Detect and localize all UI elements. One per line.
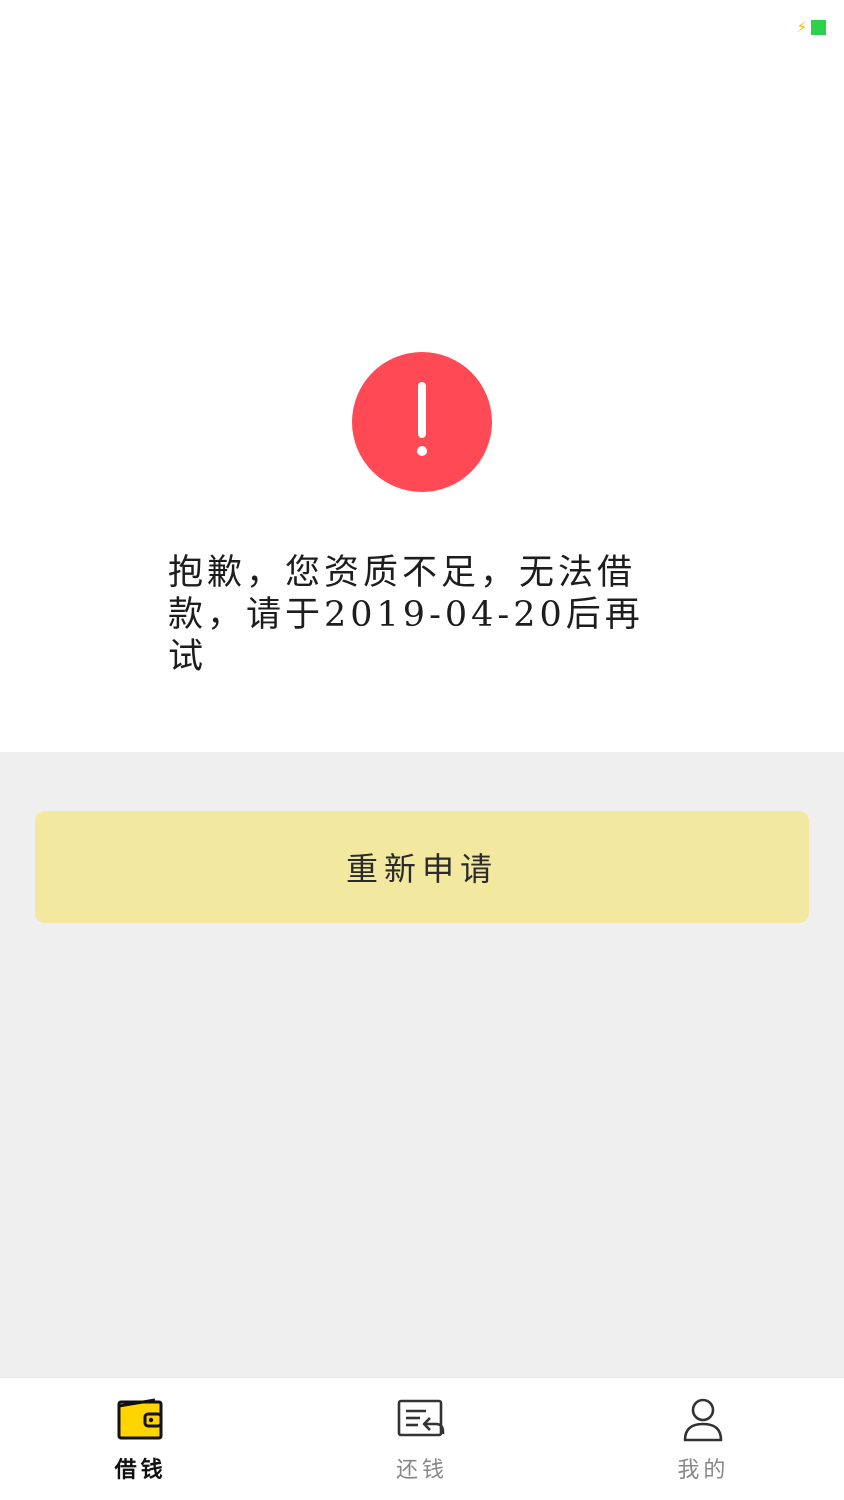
tab-label-repay: 还钱 — [395, 1458, 448, 1483]
rejection-message: 抱歉，您资质不足，无法借款，请于2019-04-20后再试 — [168, 553, 644, 677]
tab-label-borrow: 借钱 — [114, 1457, 167, 1483]
repay-document-icon — [397, 1399, 445, 1437]
wallet-icon — [117, 1398, 163, 1440]
reapply-button[interactable]: 重新申请 — [35, 811, 809, 923]
result-panel: ⚡ 抱歉，您资质不足，无法借款，请于2019-04-20后再试 — [0, 0, 844, 752]
tab-mine[interactable]: 我的 — [563, 1378, 844, 1500]
tab-repay[interactable]: 还钱 — [281, 1378, 562, 1500]
status-bar: ⚡ — [0, 0, 844, 56]
battery-charging-icon — [811, 20, 826, 35]
battery-indicator: ⚡ — [796, 20, 826, 35]
bottom-tab-bar: 借钱 还钱 我的 — [0, 1377, 844, 1500]
tab-borrow[interactable]: 借钱 — [0, 1378, 281, 1500]
alert-exclamation-icon — [352, 352, 492, 492]
charging-bolt-icon: ⚡ — [796, 18, 807, 36]
user-icon — [684, 1398, 723, 1442]
tab-label-mine: 我的 — [677, 1458, 730, 1483]
